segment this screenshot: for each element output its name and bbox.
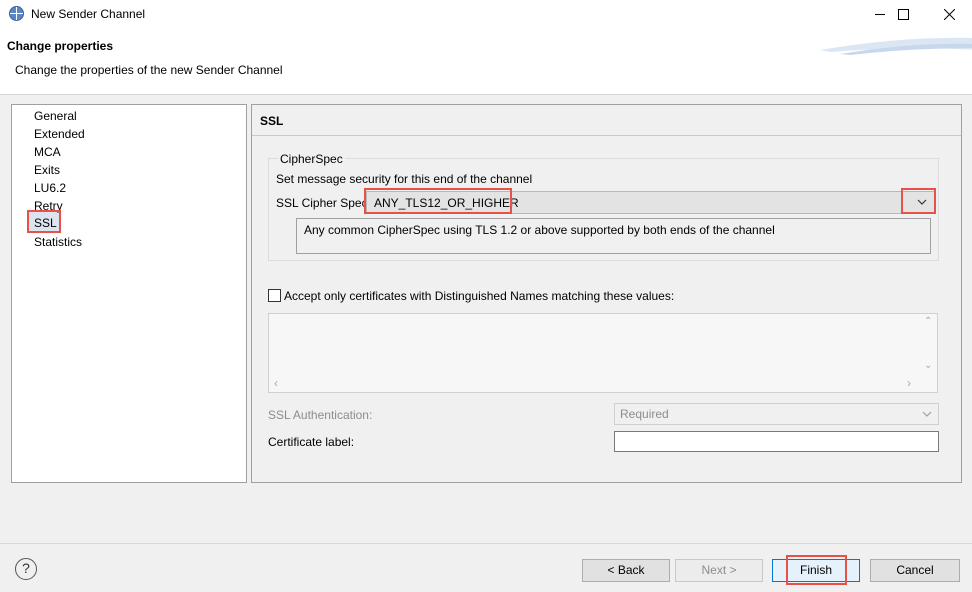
window-title: New Sender Channel [31,7,146,21]
nav-item-general[interactable]: General [34,108,77,124]
close-button[interactable] [926,0,972,28]
horizontal-scrollbar[interactable]: ‹ › [269,375,921,392]
chevron-down-icon [922,411,932,417]
nav-item-retry[interactable]: Retry [34,198,63,214]
title-bar: New Sender Channel [0,0,972,28]
cipherspec-group-label: CipherSpec [278,152,345,166]
footer-divider [0,543,972,544]
panel-header: SSL [252,105,961,136]
distinguished-names-textarea[interactable]: ⌃ ⌄ ‹ › [268,313,938,393]
accept-dn-label[interactable]: Accept only certificates with Distinguis… [284,289,674,303]
chevron-down-icon[interactable] [917,199,927,206]
wizard-header: Change properties Change the properties … [0,28,972,95]
certificate-label-input[interactable] [614,431,939,452]
ssl-cipher-spec-label: SSL Cipher Spec: [276,196,371,210]
cancel-button[interactable]: Cancel [870,559,960,582]
nav-item-mca[interactable]: MCA [34,144,61,160]
help-button[interactable]: ? [15,558,37,580]
back-button[interactable]: < Back [582,559,670,582]
ssl-properties-panel: SSL CipherSpec Set message security for … [251,104,962,483]
cipher-spec-info-text: Any common CipherSpec using TLS 1.2 or a… [304,223,775,237]
nav-item-ssl[interactable]: SSL [34,215,57,231]
nav-item-statistics[interactable]: Statistics [34,234,82,250]
cipher-spec-info-box: Any common CipherSpec using TLS 1.2 or a… [296,218,931,254]
cipherspec-description: Set message security for this end of the… [276,172,533,186]
nav-item-extended[interactable]: Extended [34,126,85,142]
finish-button[interactable]: Finish [772,559,860,582]
scroll-left-icon[interactable]: ‹ [274,376,278,390]
ssl-cipher-spec-value: ANY_TLS12_OR_HIGHER [374,196,519,210]
app-globe-icon [9,6,24,21]
ssl-authentication-label: SSL Authentication: [268,408,373,422]
vertical-scrollbar[interactable]: ⌃ ⌄ [920,314,937,376]
next-button[interactable]: Next > [675,559,763,582]
certificate-label-label: Certificate label: [268,435,355,449]
nav-item-exits[interactable]: Exits [34,162,60,178]
scroll-down-icon[interactable]: ⌄ [924,360,932,371]
scroll-right-icon[interactable]: › [907,376,911,390]
maximize-button[interactable] [880,0,926,28]
property-category-list: General Extended MCA Exits LU6.2 Retry S… [11,104,247,483]
nav-item-lu62[interactable]: LU6.2 [34,180,66,196]
panel-title: SSL [260,114,284,128]
ssl-cipher-spec-dropdown[interactable]: ANY_TLS12_OR_HIGHER [366,191,936,214]
close-icon [943,8,955,20]
scroll-up-icon[interactable]: ⌃ [924,316,932,327]
page-description: Change the properties of the new Sender … [15,63,283,77]
page-title: Change properties [7,39,114,53]
maximize-icon [897,8,909,20]
accept-dn-checkbox[interactable] [268,289,281,302]
ssl-authentication-value: Required [620,407,669,421]
ssl-authentication-dropdown: Required [614,403,939,425]
header-banner-graphic [820,37,972,55]
